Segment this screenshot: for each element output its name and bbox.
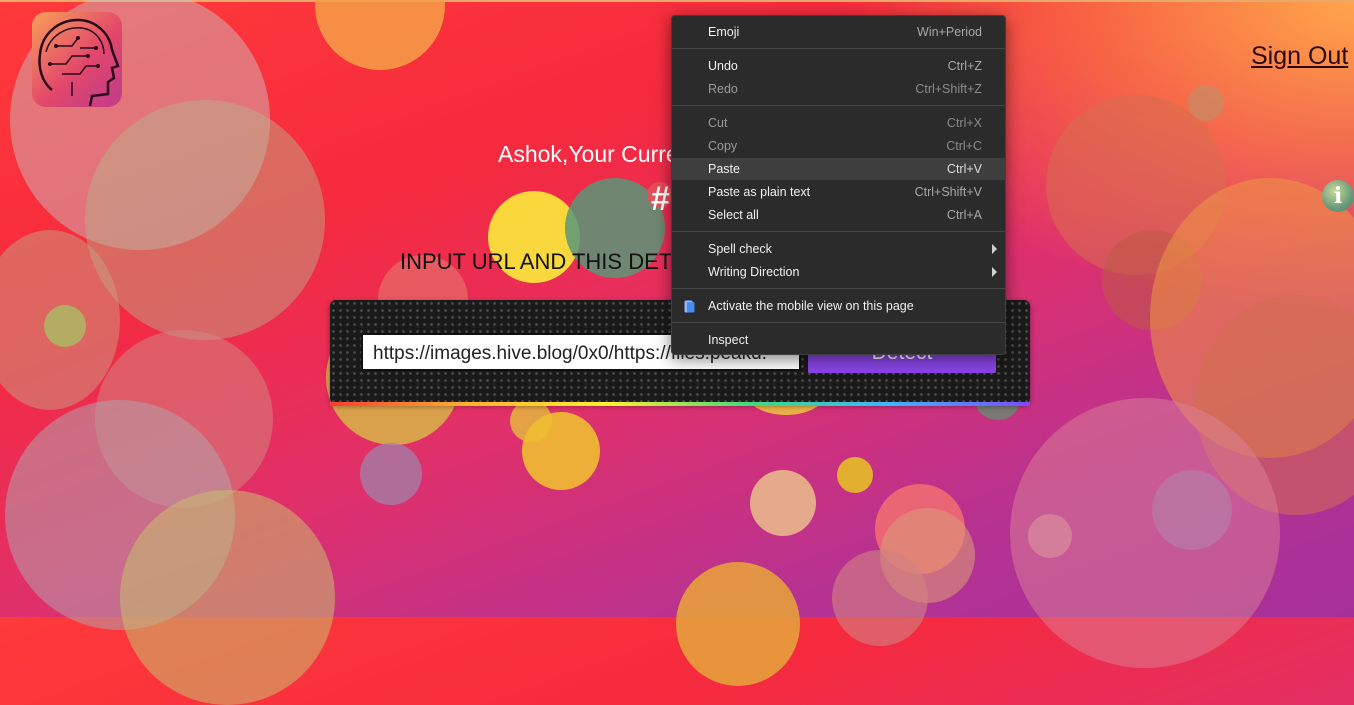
top-border xyxy=(0,0,1354,2)
menu-item-shortcut: Ctrl+V xyxy=(946,162,982,176)
chevron-right-icon xyxy=(992,267,997,277)
menu-item-redo[interactable]: Redo Ctrl+Shift+Z xyxy=(672,78,1005,100)
bubble xyxy=(44,305,86,347)
menu-item-mobile-view[interactable]: Activate the mobile view on this page xyxy=(672,295,1005,317)
menu-item-label: Copy xyxy=(708,139,738,153)
menu-item-label: Inspect xyxy=(708,333,749,347)
instruction-heading: INPUT URL AND THIS DET xyxy=(400,249,673,274)
menu-item-writing-direction[interactable]: Writing Direction xyxy=(672,261,1005,283)
menu-item-undo[interactable]: Undo Ctrl+Z xyxy=(672,55,1005,77)
bubble xyxy=(360,443,422,505)
bubble xyxy=(1188,85,1224,121)
menu-item-shortcut: Win+Period xyxy=(917,25,982,39)
sign-out-link[interactable]: Sign Out xyxy=(1251,42,1348,71)
bubble xyxy=(1152,470,1232,550)
menu-item-cut[interactable]: Cut Ctrl+X xyxy=(672,112,1005,134)
info-icon[interactable]: i xyxy=(1322,180,1354,212)
menu-item-label: Redo xyxy=(708,82,738,96)
bubble xyxy=(120,490,335,705)
menu-item-emoji[interactable]: Emoji Win+Period xyxy=(672,21,1005,43)
context-menu: Emoji Win+Period Undo Ctrl+Z Redo Ctrl+S… xyxy=(671,15,1006,355)
bubble xyxy=(837,457,873,493)
menu-separator xyxy=(672,231,1005,232)
bubble xyxy=(522,412,600,490)
menu-item-paste-plain[interactable]: Paste as plain text Ctrl+Shift+V xyxy=(672,181,1005,203)
menu-item-inspect[interactable]: Inspect xyxy=(672,329,1005,351)
menu-item-label: Emoji xyxy=(708,25,740,39)
menu-item-label: Spell check xyxy=(708,242,772,256)
greeting-text: Ashok,Your Curre xyxy=(498,141,679,167)
menu-item-shortcut: Ctrl+C xyxy=(946,139,982,153)
menu-item-spell-check[interactable]: Spell check xyxy=(672,238,1005,260)
menu-item-label: Activate the mobile view on this page xyxy=(708,299,914,313)
menu-item-label: Writing Direction xyxy=(708,265,800,279)
chevron-right-icon xyxy=(992,244,997,254)
menu-item-copy[interactable]: Copy Ctrl+C xyxy=(672,135,1005,157)
menu-item-label: Paste as plain text xyxy=(708,185,811,199)
hash-symbol: # xyxy=(651,180,670,218)
menu-item-shortcut: Ctrl+Shift+V xyxy=(914,185,982,199)
brain-logo-icon[interactable] xyxy=(32,12,122,107)
menu-separator xyxy=(672,48,1005,49)
menu-separator xyxy=(672,105,1005,106)
menu-item-label: Undo xyxy=(708,59,738,73)
bubble xyxy=(750,470,816,536)
panel-rainbow-border xyxy=(330,402,1030,406)
mobile-view-icon xyxy=(684,300,695,313)
menu-separator xyxy=(672,322,1005,323)
bubble xyxy=(85,100,325,340)
menu-item-shortcut: Ctrl+A xyxy=(946,208,982,222)
menu-separator xyxy=(672,288,1005,289)
bubble xyxy=(315,0,445,70)
menu-item-label: Select all xyxy=(708,208,759,222)
menu-item-label: Cut xyxy=(708,116,728,130)
bubble xyxy=(1028,514,1072,558)
menu-item-shortcut: Ctrl+Z xyxy=(947,59,982,73)
menu-item-label: Paste xyxy=(708,162,740,176)
bubble xyxy=(832,550,928,646)
bubble xyxy=(676,562,800,686)
menu-item-shortcut: Ctrl+X xyxy=(946,116,982,130)
menu-item-shortcut: Ctrl+Shift+Z xyxy=(915,82,982,96)
menu-item-select-all[interactable]: Select all Ctrl+A xyxy=(672,204,1005,226)
menu-item-paste[interactable]: Paste Ctrl+V xyxy=(672,158,1005,180)
